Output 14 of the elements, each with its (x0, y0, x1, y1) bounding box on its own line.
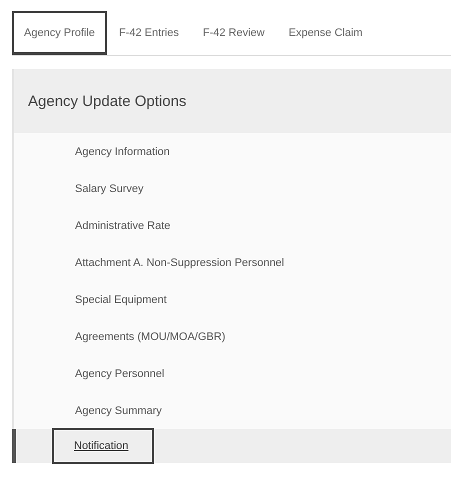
tab[interactable]: Agency Profile (12, 11, 107, 55)
menu-item[interactable]: Agency Information (14, 133, 451, 170)
menu-item[interactable]: Attachment A. Non-Suppression Personnel (14, 244, 451, 281)
menu-item[interactable]: Agency Summary (14, 392, 451, 429)
menu-item[interactable]: Agreements (MOU/MOA/GBR) (14, 318, 451, 355)
menu-item[interactable]: Agency Personnel (14, 355, 451, 392)
menu-item[interactable]: Notification (12, 429, 451, 463)
panel-title: Agency Update Options (28, 92, 186, 110)
menu-item[interactable]: Special Equipment (14, 281, 451, 318)
menu-item[interactable]: Administrative Rate (14, 207, 451, 244)
menu-item[interactable]: Salary Survey (14, 170, 451, 207)
tab[interactable]: F-42 Review (190, 11, 277, 55)
tab[interactable]: F-42 Entries (106, 11, 191, 55)
tab[interactable]: Expense Claim (276, 11, 375, 55)
